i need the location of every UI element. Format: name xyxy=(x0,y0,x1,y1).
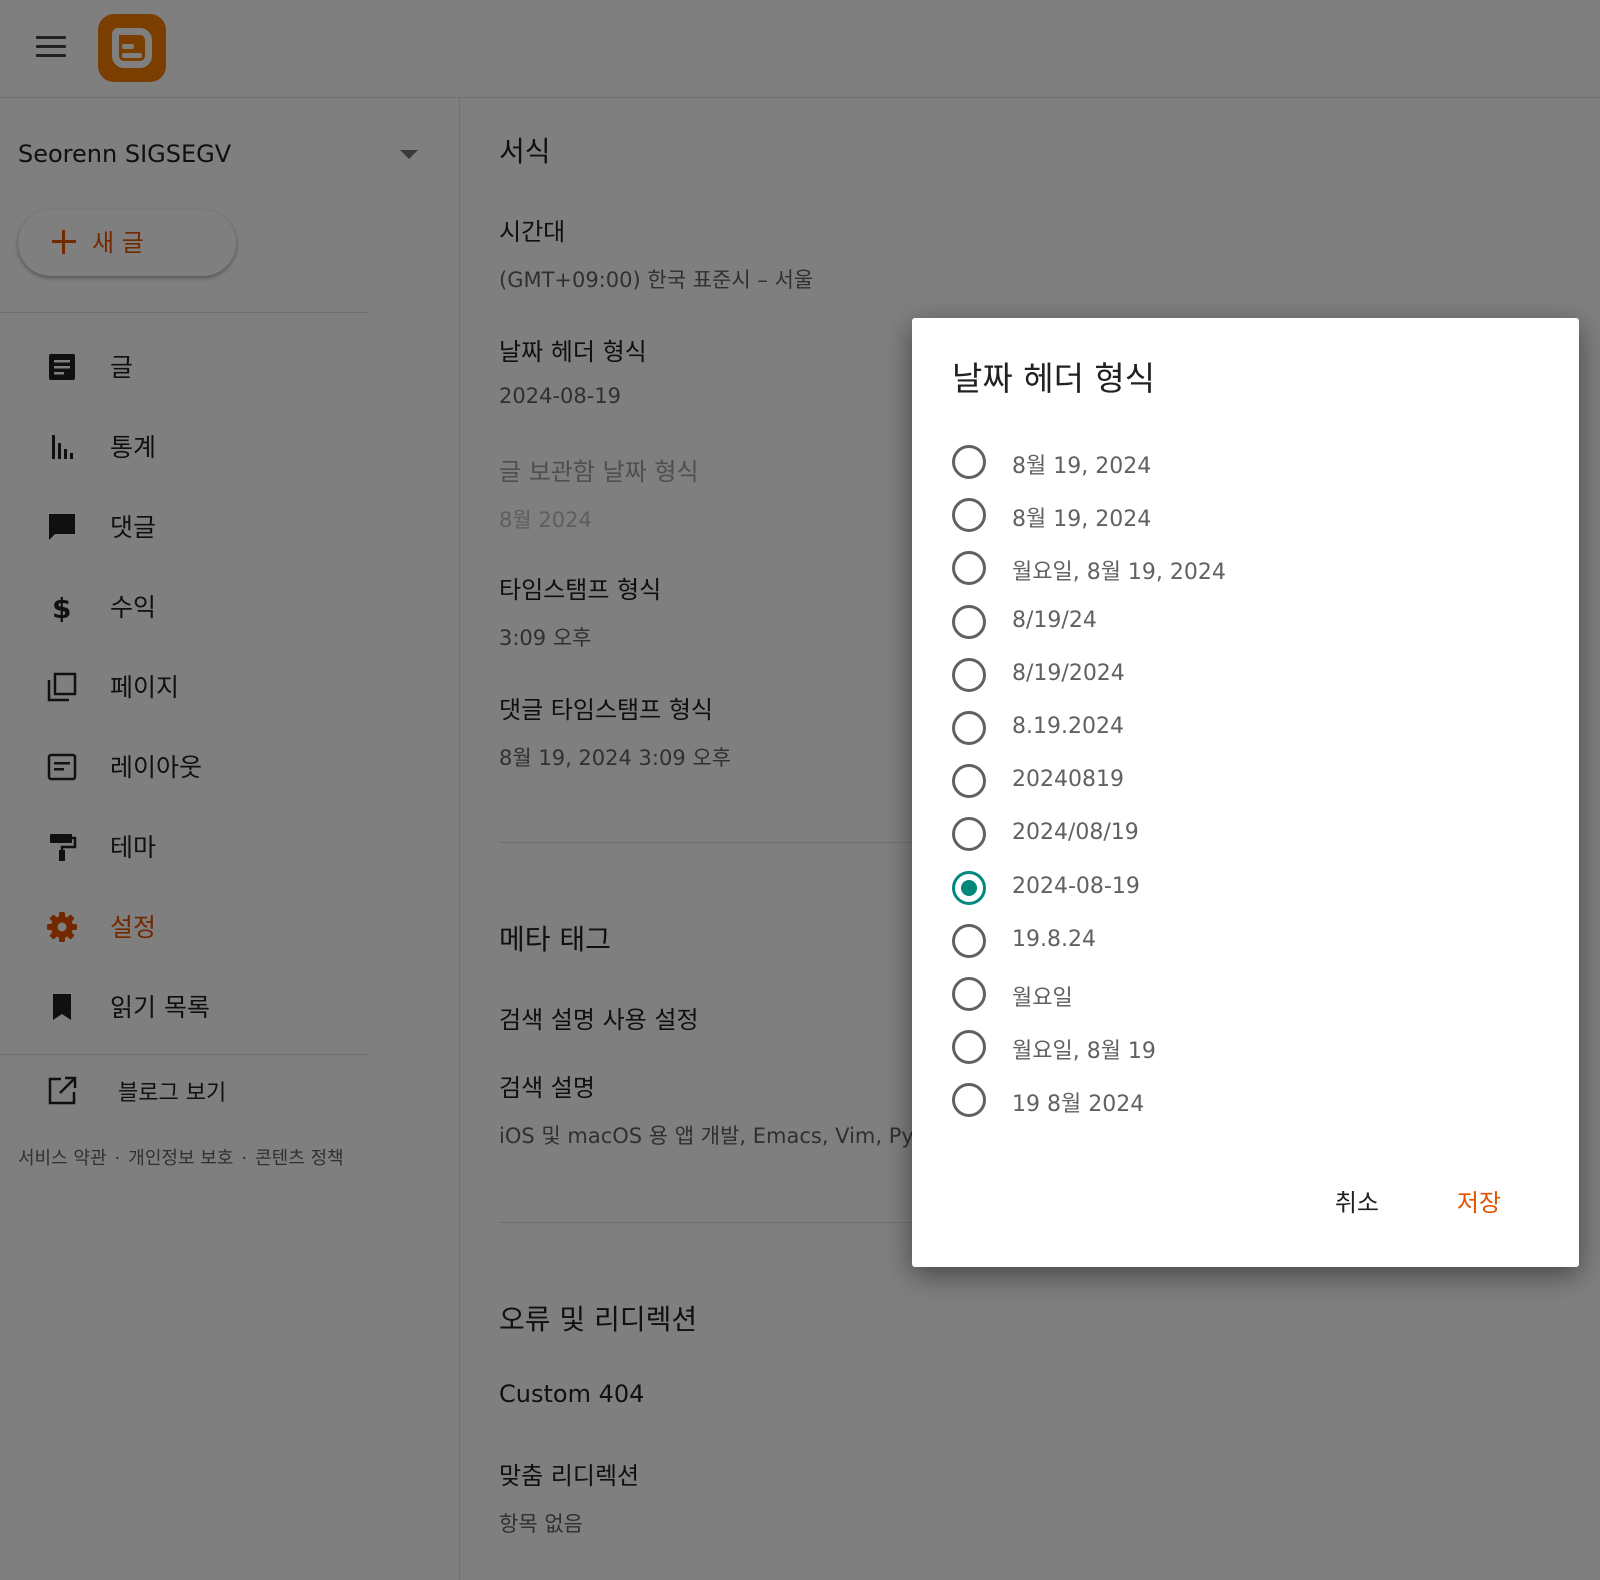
date-format-option[interactable]: 8월 19, 2024 xyxy=(952,436,1512,488)
date-format-option[interactable]: 월요일 xyxy=(952,968,1512,1020)
date-format-option[interactable]: 2024/08/19 xyxy=(952,808,1512,860)
dialog-title: 날짜 헤더 형식 xyxy=(952,359,1156,398)
radio-button[interactable] xyxy=(952,924,986,958)
option-label: 월요일, 8월 19 xyxy=(1012,1039,1156,1064)
radio-button[interactable] xyxy=(952,658,986,692)
radio-button[interactable] xyxy=(952,445,986,479)
option-label: 2024-08-19 xyxy=(1012,874,1140,899)
option-label: 8/19/2024 xyxy=(1012,661,1125,686)
date-format-option[interactable]: 8/19/24 xyxy=(952,596,1512,648)
option-label: 20240819 xyxy=(1012,767,1124,792)
option-label: 2024/08/19 xyxy=(1012,820,1139,845)
radio-button[interactable] xyxy=(952,817,986,851)
date-format-option[interactable]: 19 8월 2024 xyxy=(952,1074,1512,1126)
radio-button[interactable] xyxy=(952,605,986,639)
date-format-option[interactable]: 월요일, 8월 19 xyxy=(952,1021,1512,1073)
date-format-option[interactable]: 8월 19, 2024 xyxy=(952,489,1512,541)
save-button[interactable]: 저장 xyxy=(1445,1181,1513,1225)
radio-button[interactable] xyxy=(952,551,986,585)
date-format-option[interactable]: 19.8.24 xyxy=(952,915,1512,967)
radio-button[interactable] xyxy=(952,711,986,745)
radio-button[interactable] xyxy=(952,764,986,798)
option-label: 8월 19, 2024 xyxy=(1012,507,1152,532)
blogger-settings-app: Seorenn SIGSEGV 새 글 글 통계 댓글 $ 수익 페이지 xyxy=(0,0,1600,1580)
option-label: 8/19/24 xyxy=(1012,608,1097,633)
option-label: 8.19.2024 xyxy=(1012,714,1124,739)
dialog-actions: 취소 저장 xyxy=(912,1157,1579,1267)
date-format-option-selected[interactable]: 2024-08-19 xyxy=(952,862,1512,914)
radio-button-checked[interactable] xyxy=(952,871,986,905)
date-format-option[interactable]: 월요일, 8월 19, 2024 xyxy=(952,542,1512,594)
cancel-button[interactable]: 취소 xyxy=(1323,1181,1391,1225)
option-label: 월요일, 8월 19, 2024 xyxy=(1012,560,1226,585)
radio-button[interactable] xyxy=(952,1083,986,1117)
option-label: 19.8.24 xyxy=(1012,927,1096,952)
date-format-option[interactable]: 20240819 xyxy=(952,755,1512,807)
radio-button[interactable] xyxy=(952,498,986,532)
date-format-option[interactable]: 8/19/2024 xyxy=(952,649,1512,701)
date-header-format-dialog: 날짜 헤더 형식 8월 19, 2024 8월 19, 2024 월요일, 8월… xyxy=(912,318,1579,1267)
radio-button[interactable] xyxy=(952,1030,986,1064)
option-label: 8월 19, 2024 xyxy=(1012,454,1152,479)
date-format-option[interactable]: 8.19.2024 xyxy=(952,702,1512,754)
option-label: 19 8월 2024 xyxy=(1012,1092,1145,1117)
option-label: 월요일 xyxy=(1012,986,1073,1011)
radio-button[interactable] xyxy=(952,977,986,1011)
